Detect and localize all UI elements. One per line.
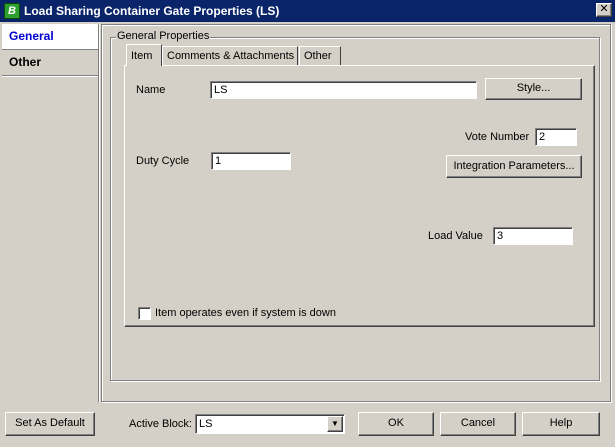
help-button[interactable]: Help: [522, 412, 600, 436]
tab-item[interactable]: Item: [126, 44, 162, 66]
nav-item-general[interactable]: General: [2, 24, 100, 50]
item-tab-page: [124, 65, 595, 327]
vote-number-field[interactable]: 2: [535, 128, 577, 146]
vote-number-label: Vote Number: [465, 131, 530, 143]
style-button[interactable]: Style...: [485, 78, 582, 100]
active-block-value: LS: [199, 418, 213, 430]
category-nav: General Other: [2, 24, 100, 402]
operates-checkbox-label: Item operates even if system is down: [155, 307, 336, 319]
integration-parameters-button[interactable]: Integration Parameters...: [446, 155, 582, 178]
ok-button[interactable]: OK: [358, 412, 434, 436]
close-button[interactable]: ✕: [596, 3, 612, 17]
title-bar: B Load Sharing Container Gate Properties…: [0, 0, 615, 22]
group-legend: General Properties: [116, 30, 211, 42]
close-icon: ✕: [599, 3, 609, 15]
operates-checkbox[interactable]: [138, 307, 151, 320]
tab-comments-attachments[interactable]: Comments & Attachments: [162, 46, 298, 66]
nav-divider: [98, 24, 100, 402]
chevron-down-icon[interactable]: ▼: [327, 416, 343, 432]
active-block-select[interactable]: LS ▼: [195, 414, 345, 434]
name-field[interactable]: LS: [210, 81, 477, 99]
app-icon: B: [4, 3, 20, 19]
load-value-label: Load Value: [428, 230, 483, 242]
name-label: Name: [136, 84, 166, 96]
duty-cycle-field[interactable]: 1: [211, 152, 291, 170]
load-value-field[interactable]: 3: [493, 227, 573, 245]
active-block-label: Active Block:: [129, 418, 192, 430]
window-title: Load Sharing Container Gate Properties (…: [24, 4, 280, 18]
tab-other[interactable]: Other: [299, 46, 341, 66]
duty-cycle-label: Duty Cycle: [136, 155, 190, 167]
set-as-default-button[interactable]: Set As Default: [5, 412, 95, 436]
nav-item-other[interactable]: Other: [2, 50, 100, 76]
cancel-button[interactable]: Cancel: [440, 412, 516, 436]
